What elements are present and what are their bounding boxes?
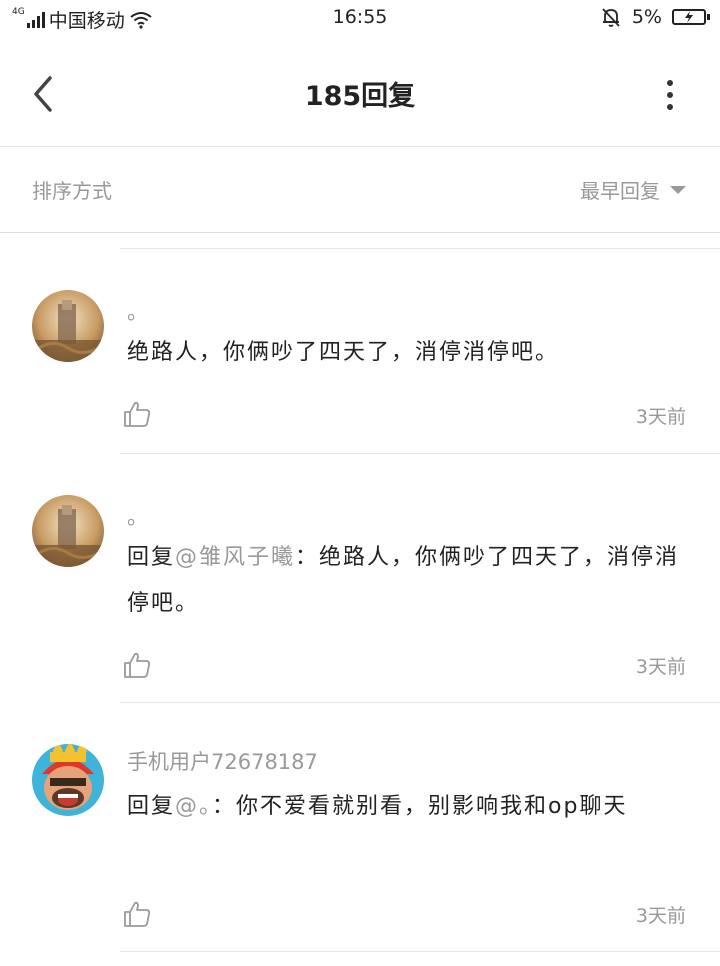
- reply-separator: ：: [212, 794, 237, 819]
- status-right: 5%: [600, 6, 710, 28]
- divider: [120, 951, 720, 952]
- mention-link[interactable]: @雏风子曦: [175, 545, 295, 570]
- app-header: 185回复: [0, 36, 720, 147]
- avatar[interactable]: [32, 495, 104, 567]
- reply-prefix: 回复: [127, 545, 176, 570]
- reply-separator: ：: [295, 545, 320, 570]
- mute-bell-icon: [602, 8, 620, 27]
- comment-text: 绝路人，你俩吵了四天了，消停消停吧。: [127, 330, 687, 376]
- comment-item: 手机用户72678187 回复@。：你不爱看就别看，别影响我和op聊天 3天前: [0, 703, 720, 951]
- username[interactable]: 手机用户72678187: [127, 746, 318, 776]
- like-button[interactable]: [122, 899, 152, 929]
- mention-link[interactable]: @。: [175, 794, 212, 819]
- status-bar: 4G 中国移动 16:55 5%: [0, 0, 720, 36]
- thumbs-up-icon: [124, 901, 151, 927]
- like-button[interactable]: [122, 650, 152, 680]
- page-title: 185回复: [304, 81, 416, 112]
- comment-content: 绝路人，你俩吵了四天了，消停消停吧。: [127, 340, 560, 365]
- reply-prefix: 回复: [127, 794, 176, 819]
- comment-time: 3天前: [635, 406, 686, 428]
- comment-content: 你不爱看就别看，别影响我和op聊天: [236, 794, 628, 819]
- more-options-button[interactable]: [660, 80, 680, 110]
- comment-text: 回复@。：你不爱看就别看，别影响我和op聊天: [127, 784, 687, 830]
- more-vertical-icon: [667, 80, 673, 86]
- battery-percent: 5%: [631, 6, 662, 28]
- sort-dropdown[interactable]: 最早回复: [580, 175, 686, 204]
- comment-time: 3天前: [635, 656, 686, 678]
- avatar[interactable]: [32, 744, 104, 816]
- thumbs-up-icon: [124, 401, 151, 427]
- sort-row: 排序方式 最早回复: [0, 147, 720, 233]
- comment-text: 回复@雏风子曦：绝路人，你俩吵了四天了，消停消停吧。: [127, 535, 687, 627]
- sort-selected-value: 最早回复: [580, 179, 660, 203]
- sort-label: 排序方式: [32, 179, 112, 203]
- comment-time: 3天前: [635, 905, 686, 927]
- like-button[interactable]: [122, 399, 152, 429]
- username[interactable]: 。: [127, 501, 148, 531]
- comment-item: 。 回复@雏风子曦：绝路人，你俩吵了四天了，消停消停吧。 3天前: [0, 454, 720, 702]
- avatar[interactable]: [32, 290, 104, 362]
- battery-charging-icon: [672, 9, 710, 25]
- comment-item: 。 绝路人，你俩吵了四天了，消停消停吧。 3天前: [0, 249, 720, 453]
- thumbs-up-icon: [124, 652, 151, 678]
- caret-down-icon: [670, 185, 686, 194]
- username[interactable]: 。: [127, 296, 148, 326]
